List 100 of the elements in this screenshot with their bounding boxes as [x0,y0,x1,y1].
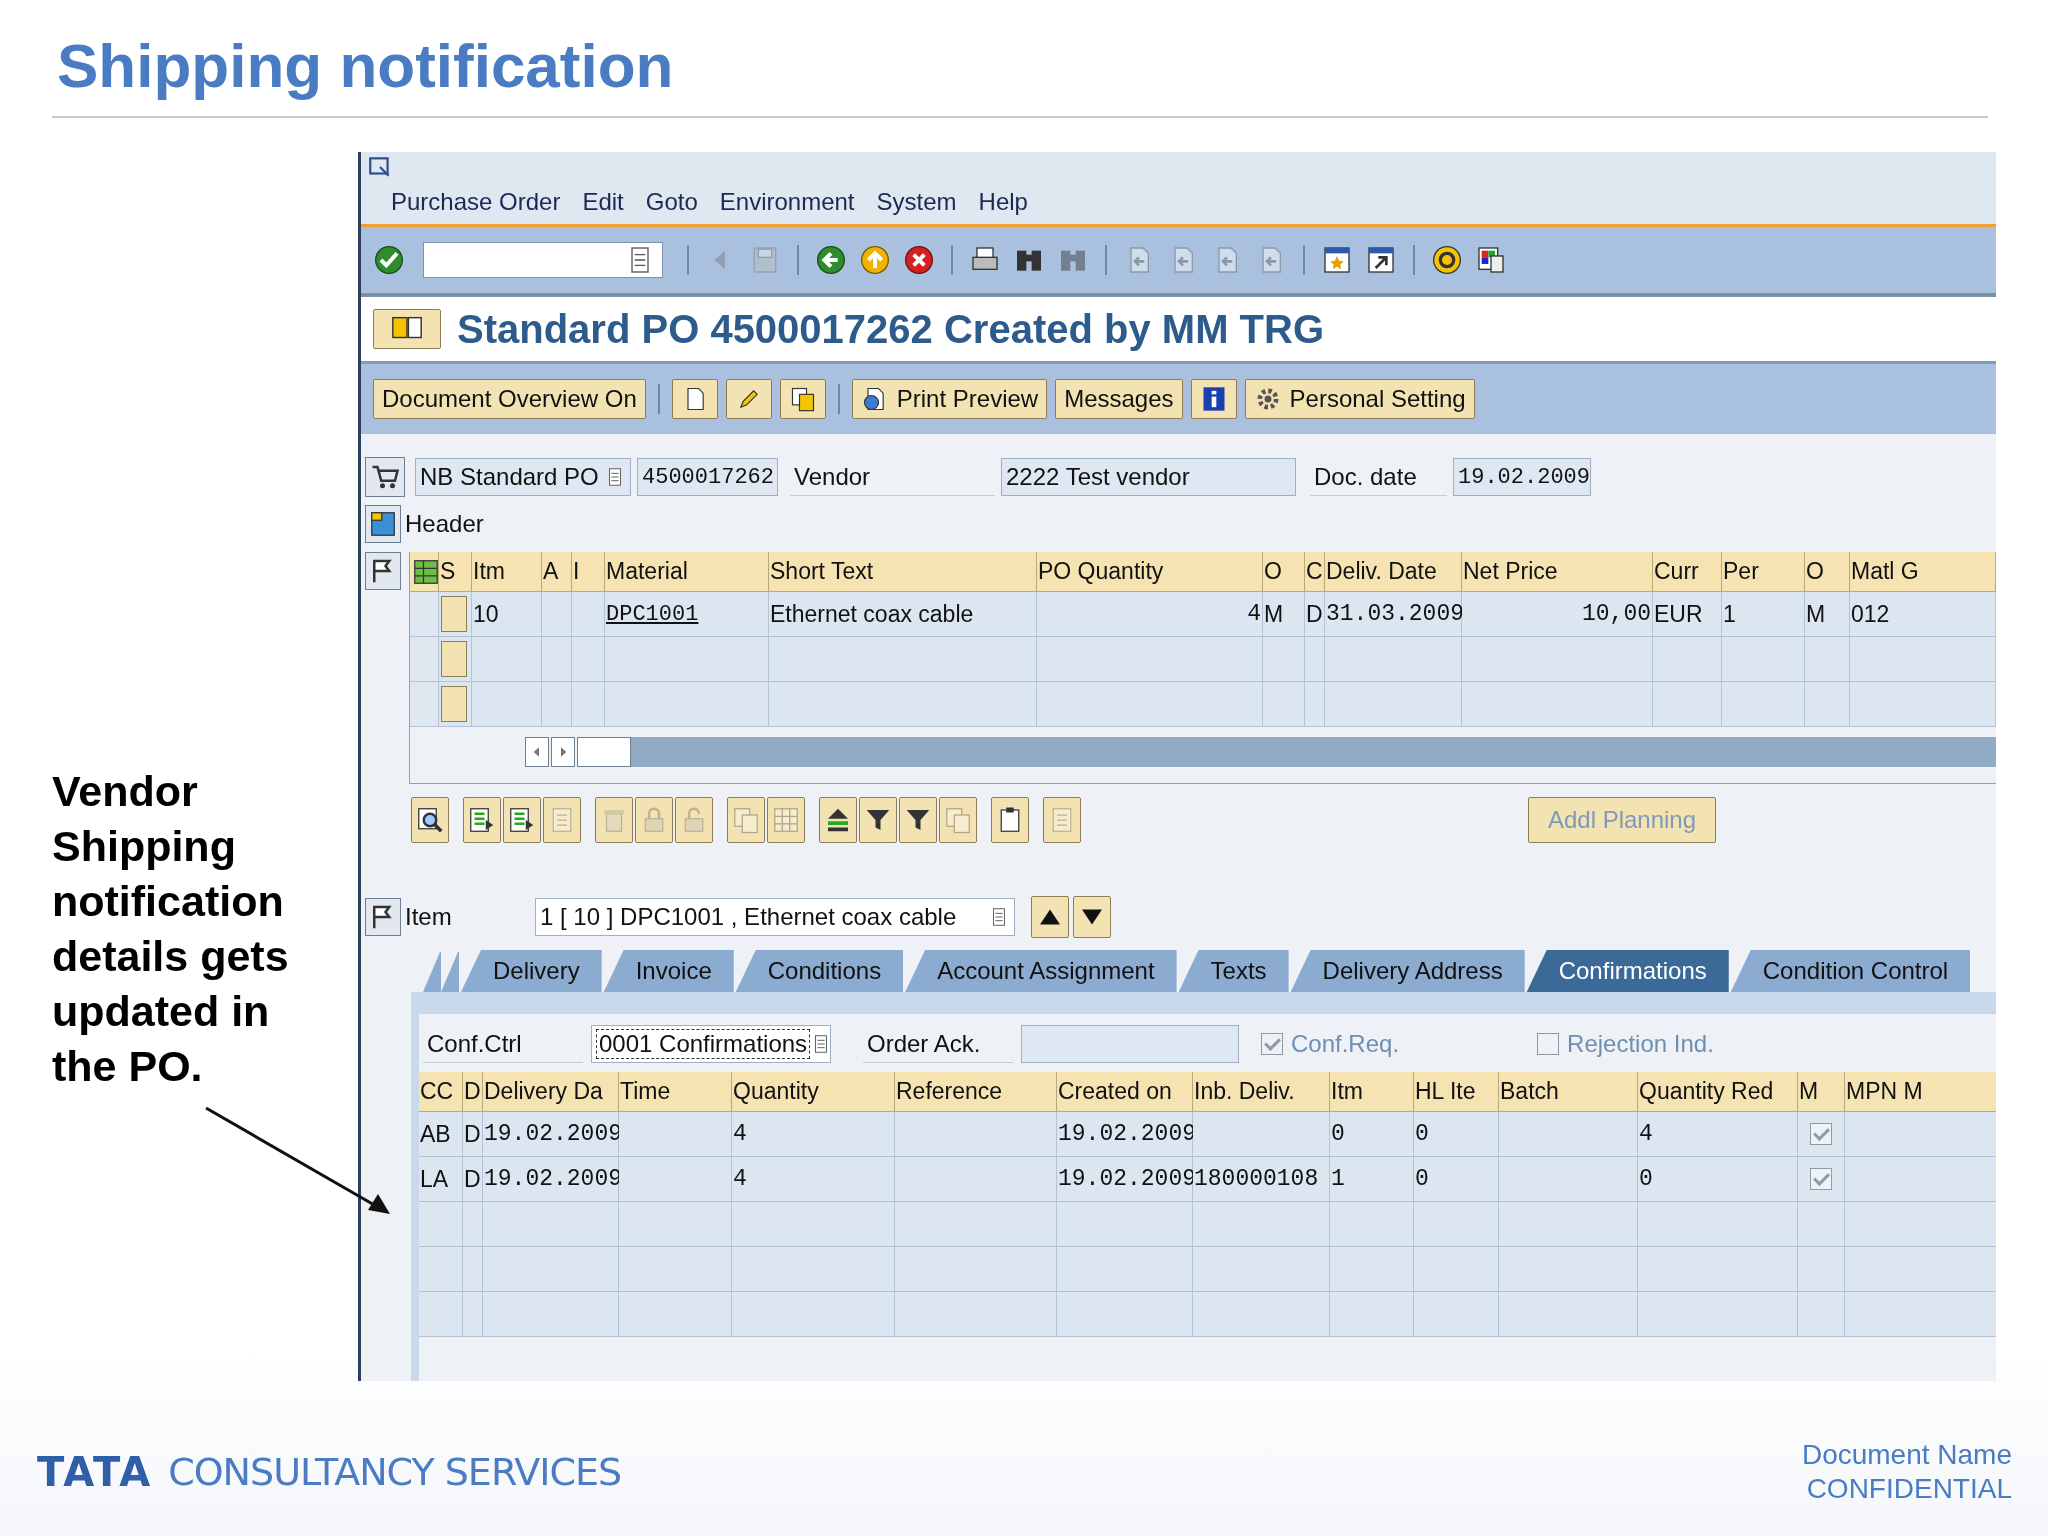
help-icon[interactable] [1431,244,1463,276]
filter-button[interactable] [859,797,897,843]
table-cell: 31.03.2009 [1325,592,1462,637]
column-header: Quantity [732,1072,895,1112]
menu-item[interactable]: Environment [719,188,855,216]
table-cell [463,1202,483,1247]
table-cell [542,637,572,682]
window-icon[interactable] [1321,244,1353,276]
checkbox[interactable] [1810,1168,1832,1190]
command-field[interactable] [423,242,663,278]
toolbar-button[interactable]: Personal Setting [1244,379,1475,419]
cancel-icon[interactable] [903,244,935,276]
column-header: Short Text [769,552,1037,592]
scroll-right-button[interactable] [551,737,575,767]
classification-label: CONFIDENTIAL [1806,1472,2012,1506]
logo-mark: TATA [37,1449,153,1495]
tab[interactable]: Conditions [735,950,904,992]
grid-icon [771,805,801,835]
tab[interactable]: Delivery [461,950,602,992]
material-link[interactable]: DPC1001 [606,601,699,627]
menu-item[interactable]: Help [978,188,1028,216]
tab[interactable]: Delivery Address [1290,950,1525,992]
po-number-field[interactable]: 4500017262 [637,458,778,496]
pages-button[interactable] [779,379,826,419]
document-date-field[interactable]: 19.02.2009 [1453,458,1591,496]
column-header: Itm [1330,1072,1414,1112]
sort-button[interactable] [819,797,857,843]
table-arrow-button[interactable] [463,797,501,843]
expand-button[interactable] [365,552,401,590]
copy-icon [943,805,973,835]
scroll-track[interactable] [577,737,1996,767]
table-cell [1653,637,1722,682]
table-cell [1805,682,1850,727]
table-arrow-button[interactable] [503,797,541,843]
table-cell [419,1202,463,1247]
next-item-button[interactable] [1073,896,1111,938]
order-ack-field[interactable] [1021,1025,1239,1063]
magnifier-button[interactable] [411,797,449,843]
column-header: Delivery Da [483,1072,619,1112]
copy-icon [731,805,761,835]
table-cell: 4 [732,1157,895,1202]
toolbar-button[interactable]: Messages [1055,379,1183,419]
table-cell [1305,637,1325,682]
column-header: Inb. Deliv. [1193,1072,1330,1112]
checkbox-label: Conf.Req. [1291,1030,1400,1058]
column-header: Created on [1057,1072,1193,1112]
scroll-thumb[interactable] [577,737,631,767]
table-cell: LA [419,1157,463,1202]
table-cell: 1 [1330,1157,1414,1202]
expand-button[interactable] [365,898,401,936]
field-label: Vendor [790,458,995,496]
tab[interactable]: Invoice [603,950,734,992]
menu-item[interactable]: System [876,188,957,216]
column-header: D [463,1072,483,1112]
screen-toggle-icon [368,509,398,539]
logo-text: CONSULTANCY SERVICES [168,1450,622,1494]
column-header: Curr [1653,552,1722,592]
expand-button[interactable] [365,505,401,543]
menu-item[interactable]: Edit [582,188,624,216]
column-header: O [1805,552,1850,592]
cart-button[interactable] [365,457,405,497]
section-label: Header [405,510,484,538]
table-cell [1263,637,1305,682]
tab[interactable]: Confirmations [1526,950,1729,992]
clipboard-button[interactable] [991,797,1029,843]
column-header: Deliv. Date [1325,552,1462,592]
menu-item[interactable]: Purchase Order [391,188,561,216]
table-cell: Ethernet coax cable [769,592,1037,637]
screen-title: Standard PO 4500017262 Created by MM TRG [457,306,1324,352]
tab[interactable]: Condition Control [1730,950,1971,992]
toolbar-button[interactable]: Document Overview On [373,379,646,419]
table-cell: 012 [1850,592,1996,637]
checkbox[interactable] [1810,1123,1832,1145]
check-icon[interactable] [373,244,405,276]
item-dropdown[interactable]: 1 [ 10 ] DPC1001 , Ethernet coax cable [535,898,1015,936]
table-cell [1798,1247,1845,1292]
page-button[interactable] [671,379,718,419]
title-button[interactable] [373,309,441,349]
shortcut-icon[interactable] [1365,244,1397,276]
table-cell: AB [419,1112,463,1157]
column-header: A [542,552,572,592]
vendor-field[interactable]: 2222 Test vendor [1001,458,1296,496]
table-cell [419,1247,463,1292]
table-cell: D [1305,592,1325,637]
document-type-field[interactable]: NB Standard PO [415,458,631,496]
layout-icon[interactable] [1475,244,1507,276]
column-header: Itm [472,552,542,592]
filter-button[interactable] [899,797,937,843]
menu-item[interactable]: Goto [645,188,698,216]
info-button[interactable] [1190,379,1237,419]
pencil-button[interactable] [725,379,772,419]
previous-item-button[interactable] [1031,896,1069,938]
confirmation-control-dropdown[interactable]: 0001 Confirmations [591,1025,831,1063]
toolbar-button[interactable]: Print Preview [851,379,1048,419]
table-cell [1798,1292,1845,1337]
tab[interactable]: Texts [1178,950,1289,992]
column-header: O [1263,552,1305,592]
scroll-left-button[interactable] [525,737,549,767]
table-cell [1305,682,1325,727]
tab[interactable]: Account Assignment [905,950,1177,992]
